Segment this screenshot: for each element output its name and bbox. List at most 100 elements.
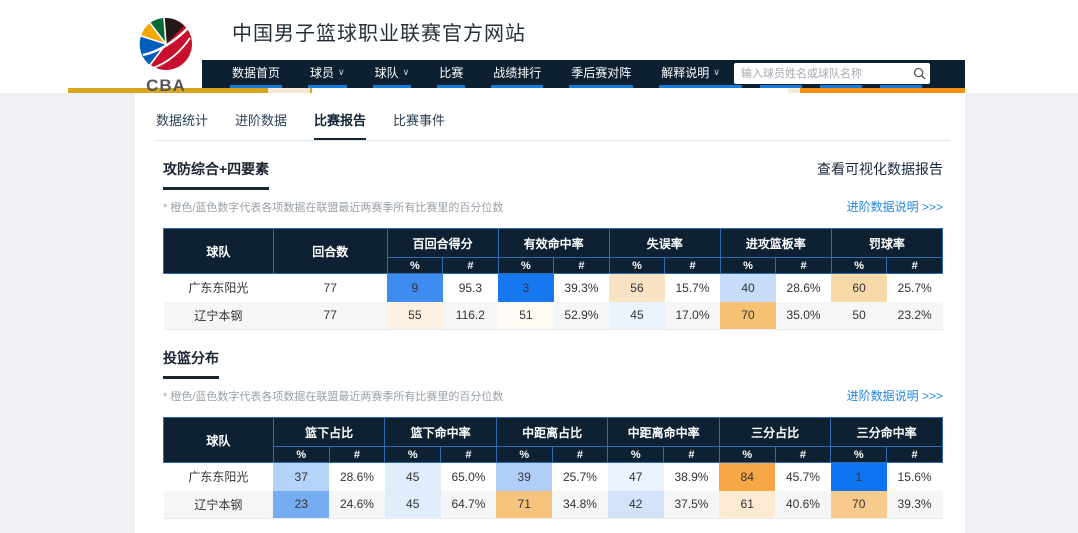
percentile-note: * 橙色/蓝色数字代表各项数据在联盟最近两赛季所有比赛里的百分位数: [163, 199, 503, 215]
col-subheader: #: [887, 258, 943, 274]
nav-item-label: 比赛: [439, 64, 463, 81]
value-cell: 40.6%: [775, 491, 831, 519]
table-row: 辽宁本钢7755116.25152.9%4517.0%7035.0%5023.2…: [164, 302, 943, 330]
col-subheader: %: [496, 447, 552, 463]
col-subheader: #: [664, 447, 720, 463]
col-subheader: %: [719, 447, 775, 463]
value-cell: 39.3%: [887, 491, 943, 519]
chevron-down-icon: ∨: [403, 67, 410, 78]
table-row: 广东东阳光3728.6%4565.0%3925.7%4738.9%8445.7%…: [164, 463, 943, 491]
col-subheader: #: [443, 258, 499, 274]
value-cell: 28.6%: [329, 463, 385, 491]
value-cell: 77: [273, 274, 387, 302]
search-icon[interactable]: [908, 67, 930, 80]
main-navbar: 数据首页球员∨ 球队 ∨ 比赛 战绩排行 季后赛对阵 解释说明 ∨: [202, 60, 965, 88]
value-cell: 38.9%: [664, 463, 720, 491]
nav-item-5[interactable]: 战绩排行: [491, 60, 543, 88]
value-cell: 17.0%: [665, 302, 721, 330]
shot-distribution-table-host: 球队篮下占比篮下命中率中距离占比中距离命中率三分占比三分命中率%#%#%#%#%…: [135, 417, 965, 519]
value-cell: 28.6%: [776, 274, 832, 302]
col-header-group: 进攻篮板率: [720, 229, 831, 258]
value-cell: 23.2%: [887, 302, 943, 330]
tab-3[interactable]: 比赛报告: [314, 110, 366, 140]
cba-logo[interactable]: CBA: [138, 10, 194, 96]
col-header-group: 篮下占比: [273, 418, 385, 447]
percentile-note: * 橙色/蓝色数字代表各项数据在联盟最近两赛季所有比赛里的百分位数: [163, 388, 503, 404]
percentile-cell: 40: [720, 274, 776, 302]
col-header-team: 球队: [164, 229, 274, 274]
value-cell: 116.2: [443, 302, 499, 330]
chevron-down-icon: ∨: [713, 67, 720, 78]
nav-item-label: 球员: [310, 64, 334, 81]
col-header-group: 有效命中率: [498, 229, 609, 258]
table-row: 广东东阳光77995.3339.3%5615.7%4028.6%6025.7%: [164, 274, 943, 302]
value-cell: 24.6%: [329, 491, 385, 519]
percentile-cell: 51: [498, 302, 554, 330]
value-cell: 45.7%: [775, 463, 831, 491]
nav-item-7[interactable]: 解释说明 ∨: [659, 60, 722, 88]
nav-underline-dash: [880, 85, 922, 88]
percentile-cell: 3: [498, 274, 554, 302]
col-header-group: 中距离命中率: [608, 418, 720, 447]
value-cell: 25.7%: [552, 463, 608, 491]
col-subheader: #: [554, 258, 610, 274]
advanced-data-link[interactable]: 进阶数据说明 >>>: [847, 198, 943, 215]
nav-item-label: 球队: [375, 64, 399, 81]
col-subheader: #: [329, 447, 385, 463]
col-subheader: %: [387, 258, 443, 274]
nav-item-6[interactable]: 季后赛对阵: [569, 60, 633, 88]
col-subheader: %: [609, 258, 665, 274]
value-cell: 15.6%: [887, 463, 943, 491]
visual-report-link[interactable]: 查看可视化数据报告: [817, 159, 943, 179]
percentile-cell: 84: [719, 463, 775, 491]
team-name: 辽宁本钢: [164, 302, 274, 330]
nav-item-label: 解释说明: [661, 64, 709, 81]
percentile-cell: 71: [496, 491, 552, 519]
svg-text:CBA: CBA: [146, 76, 186, 95]
value-cell: 25.7%: [887, 274, 943, 302]
tab-divider: [156, 140, 950, 141]
tab-4[interactable]: 比赛事件: [393, 110, 445, 140]
percentile-cell: 9: [387, 274, 443, 302]
col-subheader: %: [831, 258, 887, 274]
percentile-cell: 70: [831, 491, 887, 519]
percentile-cell: 47: [608, 463, 664, 491]
value-cell: 15.7%: [665, 274, 721, 302]
value-cell: 37.5%: [664, 491, 720, 519]
value-cell: 34.8%: [552, 491, 608, 519]
nav-item-2[interactable]: 球员∨: [308, 60, 347, 88]
stats-table: 球队篮下占比篮下命中率中距离占比中距离命中率三分占比三分命中率%#%#%#%#%…: [163, 417, 943, 519]
team-name: 广东东阳光: [164, 274, 274, 302]
nav-item-1[interactable]: 数据首页: [230, 60, 282, 88]
nav-item-4[interactable]: 比赛: [437, 60, 465, 88]
stats-table: 球队回合数百回合得分有效命中率失误率进攻篮板率罚球率%#%#%#%#%#广东东阳…: [163, 228, 943, 330]
content-card: 数据统计进阶数据比赛报告比赛事件 攻防综合+四要素 查看可视化数据报告 * 橙色…: [135, 93, 965, 533]
value-cell: 65.0%: [441, 463, 497, 491]
col-subheader: #: [441, 447, 497, 463]
col-subheader: #: [552, 447, 608, 463]
tab-1[interactable]: 数据统计: [156, 110, 208, 140]
nav-items: 数据首页球员∨ 球队 ∨ 比赛 战绩排行 季后赛对阵 解释说明 ∨: [230, 60, 748, 88]
advanced-data-link[interactable]: 进阶数据说明 >>>: [847, 387, 943, 404]
table-row: 辽宁本钢2324.6%4564.7%7134.8%4237.5%6140.6%7…: [164, 491, 943, 519]
percentile-cell: 70: [720, 302, 776, 330]
tab-2[interactable]: 进阶数据: [235, 110, 287, 140]
nav-item-label: 季后赛对阵: [571, 64, 631, 81]
nav-item-3[interactable]: 球队 ∨: [373, 60, 412, 88]
percentile-cell: 45: [385, 491, 441, 519]
percentile-cell: 50: [831, 302, 887, 330]
col-subheader: %: [273, 447, 329, 463]
percentile-cell: 42: [608, 491, 664, 519]
section-title-four-factors: 攻防综合+四要素: [163, 159, 269, 190]
col-subheader: #: [775, 447, 831, 463]
nav-item-label: 战绩排行: [493, 64, 541, 81]
percentile-cell: 55: [387, 302, 443, 330]
team-name: 辽宁本钢: [164, 491, 274, 519]
percentile-cell: 61: [719, 491, 775, 519]
percentile-cell: 37: [273, 463, 329, 491]
search-input[interactable]: [734, 63, 908, 84]
nav-underline-dash: [820, 85, 862, 88]
nav-underline-dash: [760, 85, 802, 88]
col-header-group: 三分占比: [719, 418, 831, 447]
col-subheader: %: [498, 258, 554, 274]
